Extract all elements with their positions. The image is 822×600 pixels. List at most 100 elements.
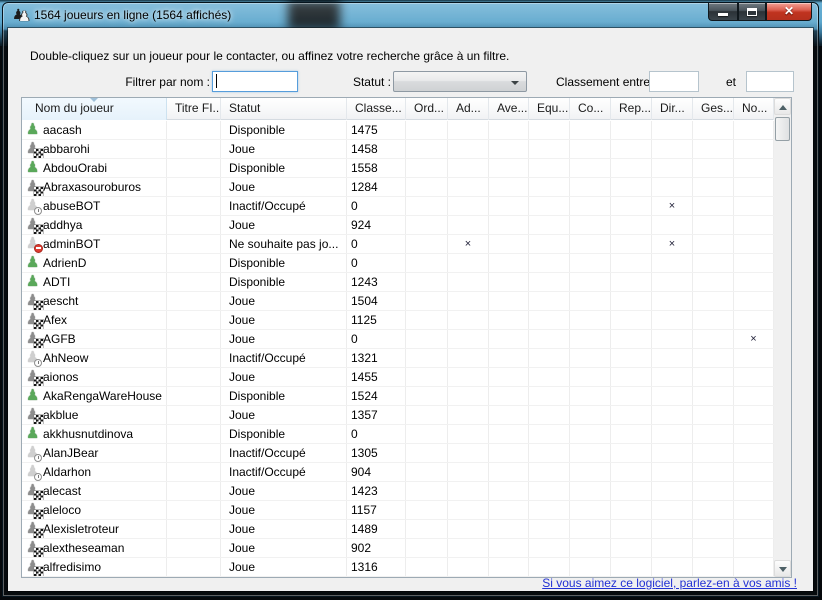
player-row[interactable]: AlexisletroteurJoue1489: [22, 520, 774, 539]
player-row[interactable]: akkhusnutdinovaDisponible0: [22, 425, 774, 444]
rating-max-input[interactable]: [746, 71, 794, 92]
pawn-available-icon: [25, 122, 41, 139]
titre-cell: [167, 349, 221, 367]
statut-cell: Joue: [221, 482, 347, 500]
column-header-ave[interactable]: Ave...: [489, 98, 529, 120]
status-dropdown[interactable]: [393, 71, 527, 92]
player-row[interactable]: abbarohiJoue1458: [22, 140, 774, 159]
rep-cell: [611, 463, 652, 481]
filter-name-input[interactable]: [212, 71, 298, 92]
player-row[interactable]: AlanJBearInactif/Occupé1305: [22, 444, 774, 463]
column-header-dir[interactable]: Dir...: [652, 98, 693, 120]
co-cell: [570, 292, 611, 310]
player-row[interactable]: AkaRengaWareHouseDisponible1524: [22, 387, 774, 406]
dir-cell: [652, 349, 693, 367]
column-header-name[interactable]: Nom du joueur: [22, 98, 167, 120]
classe-cell: 1475: [347, 121, 406, 139]
classe-cell: 1321: [347, 349, 406, 367]
column-header-ges[interactable]: Ges...: [693, 98, 734, 120]
ad-cell: [448, 216, 489, 234]
dir-cell: [652, 463, 693, 481]
close-button[interactable]: ✕: [766, 3, 812, 21]
pawn-playing-icon: [25, 331, 41, 348]
ad-cell: [448, 558, 489, 576]
scroll-up-button[interactable]: [774, 98, 791, 115]
co-cell: [570, 159, 611, 177]
pawn-playing-icon: [25, 369, 41, 386]
ave-cell: [489, 425, 529, 443]
minimize-button[interactable]: [708, 3, 738, 21]
column-header-titre[interactable]: Titre FI...: [167, 98, 221, 120]
column-header-ad[interactable]: Ad...: [448, 98, 489, 120]
ave-cell: [489, 520, 529, 538]
column-header-no[interactable]: No...: [734, 98, 774, 120]
ges-cell: [693, 501, 734, 519]
arrow-up-icon: [779, 105, 787, 110]
player-row[interactable]: AbdouOrabiDisponible1558: [22, 159, 774, 178]
clock-badge-icon: [34, 473, 42, 481]
no-cell: [734, 292, 774, 310]
dir-cell: [652, 558, 693, 576]
column-header-co[interactable]: Co...: [570, 98, 611, 120]
player-row[interactable]: AldarhonInactif/Occupé904: [22, 463, 774, 482]
pawn-playing-icon: [25, 559, 41, 576]
column-header-classe[interactable]: Classe...: [347, 98, 406, 120]
dir-cell: [652, 121, 693, 139]
no-cell: [734, 539, 774, 557]
ad-cell: [448, 349, 489, 367]
player-row[interactable]: AhNeowInactif/Occupé1321: [22, 349, 774, 368]
vertical-scrollbar[interactable]: [774, 98, 791, 577]
equ-cell: [529, 273, 570, 291]
player-row[interactable]: alelocoJoue1157: [22, 501, 774, 520]
ad-cell: [448, 463, 489, 481]
player-row[interactable]: AGFBJoue0×: [22, 330, 774, 349]
player-row[interactable]: aeschtJoue1504: [22, 292, 774, 311]
maximize-icon: [747, 8, 757, 16]
player-row[interactable]: akblueJoue1357: [22, 406, 774, 425]
player-name-cell: Aldarhon: [22, 463, 167, 481]
scrollbar-thumb[interactable]: [775, 117, 790, 141]
player-name: AGFB: [43, 330, 76, 348]
maximize-button[interactable]: [738, 3, 766, 21]
player-row[interactable]: alfredisimoJoue1316: [22, 558, 774, 577]
ave-cell: [489, 501, 529, 519]
share-software-link[interactable]: Si vous aimez ce logiciel, parlez-en à v…: [542, 576, 797, 590]
classe-cell: 1316: [347, 558, 406, 576]
equ-cell: [529, 216, 570, 234]
players-table: Nom du joueurTitre FI...StatutClasse...O…: [21, 97, 792, 578]
player-row[interactable]: AdrienDDisponible0: [22, 254, 774, 273]
pawn-inactive-icon: [25, 445, 41, 462]
player-name-cell: akblue: [22, 406, 167, 424]
player-name: Aldarhon: [43, 463, 91, 481]
statut-cell: Disponible: [221, 387, 347, 405]
column-header-ord[interactable]: Ord...: [406, 98, 448, 120]
statut-cell: Joue: [221, 330, 347, 348]
column-header-rep[interactable]: Rep...: [611, 98, 652, 120]
player-name: alfredisimo: [43, 558, 101, 576]
player-row[interactable]: AfexJoue1125: [22, 311, 774, 330]
no-cell: [734, 216, 774, 234]
column-header-equ[interactable]: Equ...: [529, 98, 570, 120]
player-row[interactable]: alextheseamanJoue902: [22, 539, 774, 558]
column-header-statut[interactable]: Statut: [221, 98, 347, 120]
player-row[interactable]: aionosJoue1455: [22, 368, 774, 387]
statut-cell: Ne souhaite pas jo...: [221, 235, 347, 253]
rating-min-input[interactable]: [649, 71, 699, 92]
player-row[interactable]: adminBOTNe souhaite pas jo...0××: [22, 235, 774, 254]
player-row[interactable]: addhyaJoue924: [22, 216, 774, 235]
no-cell: [734, 349, 774, 367]
scroll-down-button[interactable]: [774, 560, 791, 577]
player-row[interactable]: alecastJoue1423: [22, 482, 774, 501]
player-row[interactable]: abuseBOTInactif/Occupé0×: [22, 197, 774, 216]
ord-cell: [406, 444, 448, 462]
equ-cell: [529, 444, 570, 462]
player-name-cell: AhNeow: [22, 349, 167, 367]
titlebar[interactable]: ♟︎ ♟︎ 1564 joueurs en ligne (1564 affich…: [3, 3, 818, 28]
player-row[interactable]: AbraxasouroburosJoue1284: [22, 178, 774, 197]
player-row[interactable]: aacashDisponible1475: [22, 121, 774, 140]
ad-cell: [448, 159, 489, 177]
player-row[interactable]: ADTIDisponible1243: [22, 273, 774, 292]
rep-cell: [611, 425, 652, 443]
dir-cell: [652, 292, 693, 310]
rep-cell: [611, 235, 652, 253]
